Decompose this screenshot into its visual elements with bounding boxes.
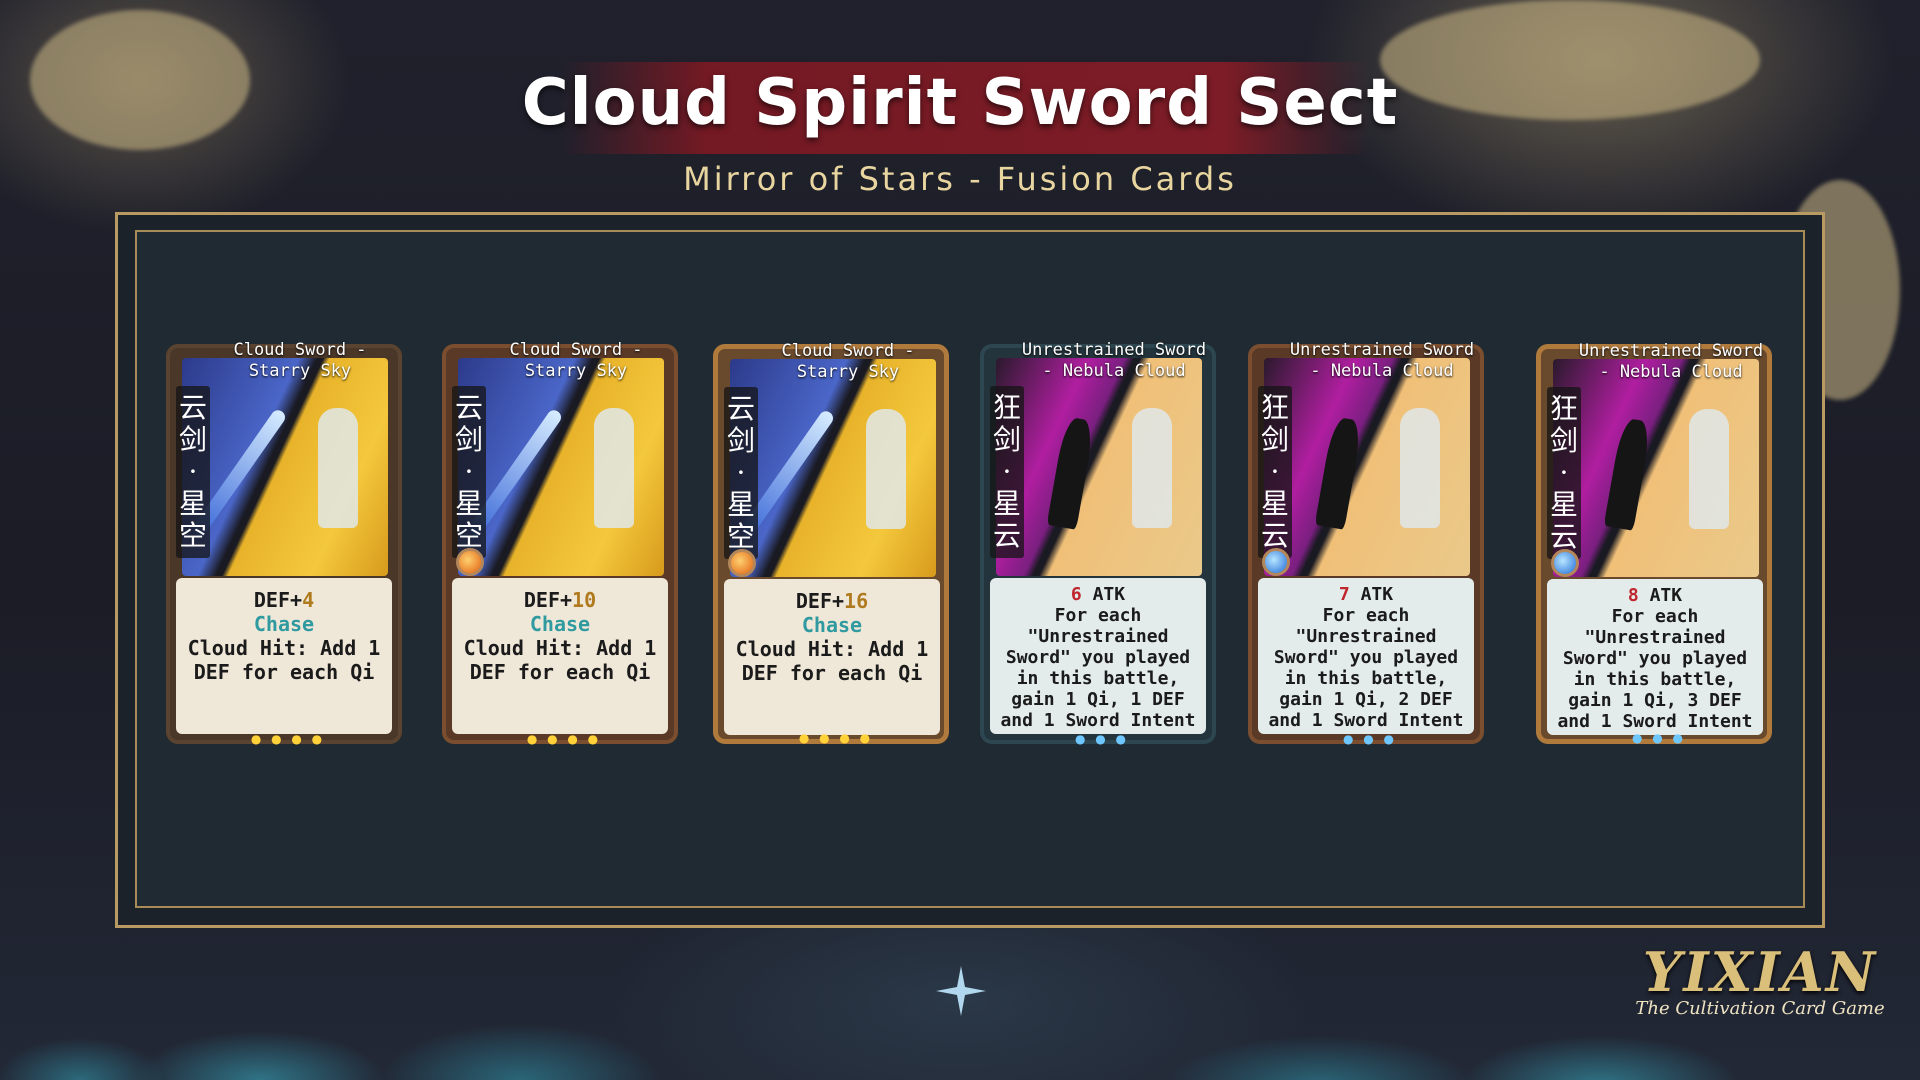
card-art [1553,359,1759,577]
shadow-figure [1046,416,1096,530]
card-description: Cloud Hit: Add 1 DEF for each Qi [735,637,929,685]
atk-value: 7 [1338,584,1350,605]
card-chinese-label: 云剑·星空 [724,387,758,559]
level-dots: ● ● ● [1342,732,1398,746]
logo-subtitle: The Cultivation Card Game [1635,998,1885,1019]
card-text-box: 7 ATK For each "Unrestrained Sword" you … [1258,578,1474,734]
atk-value: 6 [1070,584,1082,605]
card-unrestrained-sword-nebula-cloud-lv2[interactable]: Unrestrained Sword - Nebula Cloud 狂剑·星云 … [1248,340,1484,746]
keyword-chase: Chase [253,612,315,636]
orange-gem-icon [728,549,756,577]
atk-suffix: ATK [1638,585,1683,606]
card-art [996,358,1202,576]
game-logo: YIXIAN The Cultivation Card Game [1630,940,1890,1019]
shadow-figure [1314,416,1364,530]
card-row: Cloud Sword - Starry Sky 云剑·星空 DEF+4 Cha… [0,0,1920,1080]
level-dots: ● ● ● ● [250,732,326,746]
card-title: Unrestrained Sword - Nebula Cloud [1578,341,1764,382]
card-art [730,359,936,577]
card-chinese-label: 云剑·星空 [176,386,210,558]
blue-gem-icon [1551,549,1579,577]
card-art [182,358,388,576]
card-description: Cloud Hit: Add 1 DEF for each Qi [187,636,381,684]
card-chinese-label: 狂剑·星云 [990,386,1024,558]
card-title: Cloud Sword - Starry Sky [233,340,367,381]
card-description: For each "Unrestrained Sword" you played… [1557,606,1753,732]
cultivator-figure [318,408,358,528]
card-chinese-label: 狂剑·星云 [1258,386,1292,558]
cultivator-figure [866,409,906,529]
card-unrestrained-sword-nebula-cloud-lv3[interactable]: Unrestrained Sword - Nebula Cloud 狂剑·星云 … [1536,341,1772,745]
card-text-box: 6 ATK For each "Unrestrained Sword" you … [990,578,1206,734]
card-cloud-sword-starry-sky-lv1[interactable]: Cloud Sword - Starry Sky 云剑·星空 DEF+4 Cha… [166,340,402,746]
card-text-box: DEF+4 Chase Cloud Hit: Add 1 DEF for eac… [176,578,392,734]
logo-title: YIXIAN [1642,940,1878,1004]
cultivator-figure [594,408,634,528]
card-unrestrained-sword-nebula-cloud-lv1[interactable]: Unrestrained Sword - Nebula Cloud 狂剑·星云 … [980,340,1216,746]
keyword-chase: Chase [801,613,863,637]
def-prefix: DEF+ [795,589,845,613]
card-art [1264,358,1470,576]
card-chinese-label: 狂剑·星云 [1547,387,1581,559]
keyword-chase: Chase [529,612,591,636]
atk-value: 8 [1627,585,1639,606]
card-cloud-sword-starry-sky-lv2[interactable]: Cloud Sword - Starry Sky 云剑·星空 DEF+10 Ch… [442,340,678,746]
card-text-box: 8 ATK For each "Unrestrained Sword" you … [1547,579,1763,735]
atk-suffix: ATK [1081,584,1126,605]
card-title: Cloud Sword - Starry Sky [509,340,643,381]
atk-suffix: ATK [1349,584,1394,605]
level-dots: ● ● ● ● [526,732,602,746]
card-description: For each "Unrestrained Sword" you played… [1000,605,1196,731]
level-dots: ● ● ● [1074,732,1130,746]
blue-gem-icon [1262,548,1290,576]
card-title: Cloud Sword - Starry Sky [781,341,915,382]
card-art [458,358,664,576]
def-prefix: DEF+ [253,588,303,612]
card-chinese-label: 云剑·星空 [452,386,486,558]
card-text-box: DEF+10 Chase Cloud Hit: Add 1 DEF for ea… [452,578,668,734]
card-description: Cloud Hit: Add 1 DEF for each Qi [463,636,657,684]
cultivator-figure [1400,408,1440,528]
card-description: For each "Unrestrained Sword" you played… [1268,605,1464,731]
card-text-box: DEF+16 Chase Cloud Hit: Add 1 DEF for ea… [724,579,940,735]
level-dots: ● ● ● [1631,731,1687,745]
card-title: Unrestrained Sword - Nebula Cloud [1021,340,1207,381]
level-dots: ● ● ● ● [798,731,874,745]
def-prefix: DEF+ [523,588,573,612]
card-title: Unrestrained Sword - Nebula Cloud [1289,340,1475,381]
def-value: 4 [302,588,315,612]
card-cloud-sword-starry-sky-lv3[interactable]: Cloud Sword - Starry Sky 云剑·星空 DEF+16 Ch… [713,341,949,745]
shadow-figure [1603,417,1653,531]
cultivator-figure [1689,409,1729,529]
orange-gem-icon [456,548,484,576]
cultivator-figure [1132,408,1172,528]
def-value: 10 [572,588,597,612]
def-value: 16 [844,589,869,613]
